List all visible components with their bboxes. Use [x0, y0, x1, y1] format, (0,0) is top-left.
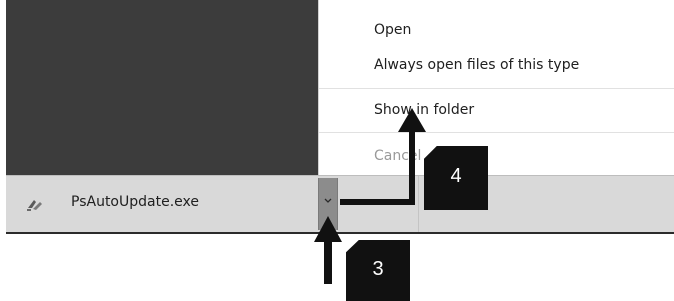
step3-label: 3 — [372, 258, 384, 280]
download-menu-button[interactable] — [318, 178, 338, 230]
installer-icon — [27, 200, 42, 211]
menu-separator — [319, 132, 674, 133]
menu-separator — [319, 88, 674, 89]
context-menu: Open Always open files of this type Show… — [318, 0, 674, 175]
step3-arrow-line — [324, 238, 332, 284]
bar-divider — [418, 176, 419, 232]
menu-item-open[interactable]: Open — [374, 22, 411, 38]
browser-content-area — [6, 0, 318, 175]
menu-item-cancel[interactable]: Cancel — [374, 148, 421, 164]
download-item-filename[interactable]: PsAutoUpdate.exe — [71, 194, 199, 210]
download-bar: PsAutoUpdate.exe — [6, 175, 674, 234]
step4-label: 4 — [450, 165, 462, 187]
chevron-down-icon — [324, 198, 332, 203]
menu-item-always-open[interactable]: Always open files of this type — [374, 57, 579, 73]
step3-callout: 3 — [346, 240, 410, 301]
menu-item-show-in-folder[interactable]: Show in folder — [374, 102, 474, 118]
step4-callout: 4 — [424, 146, 488, 210]
